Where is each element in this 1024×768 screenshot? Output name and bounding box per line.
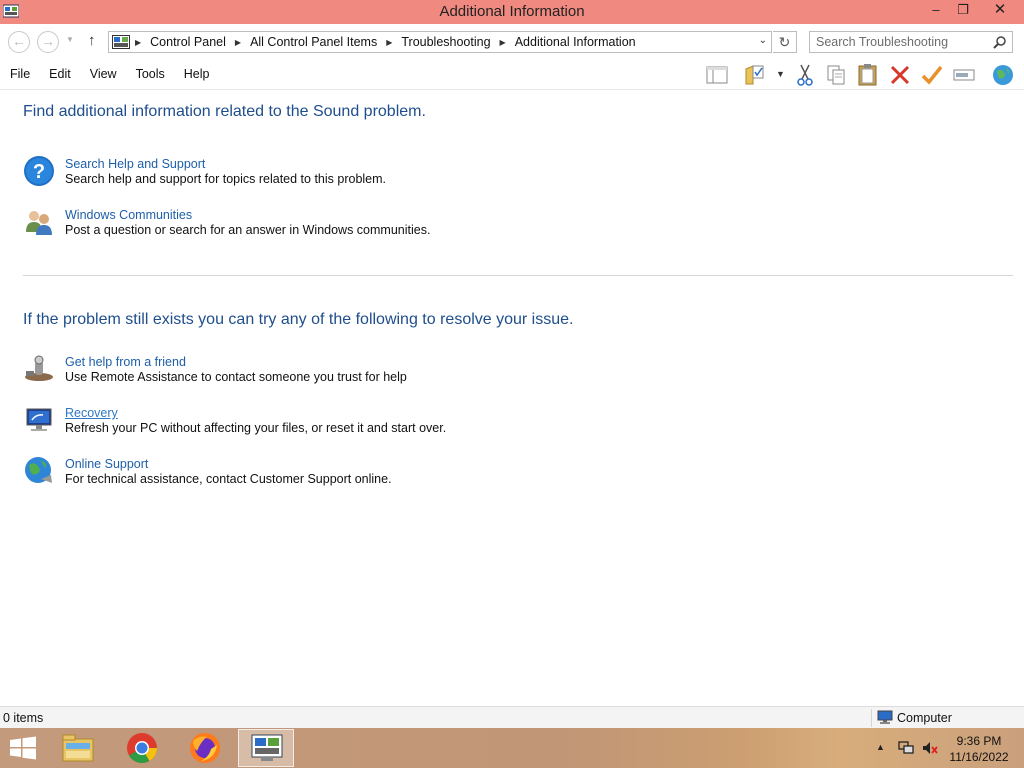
- taskbar-firefox[interactable]: [177, 729, 233, 767]
- show-hidden-icons-button[interactable]: ▲: [876, 742, 885, 752]
- window-title: Additional Information: [439, 3, 585, 20]
- file-explorer-icon: [62, 734, 94, 762]
- maximize-button[interactable]: ❐: [948, 0, 978, 22]
- navigation-bar: ← → ▼ ↑ ▶ Control Panel ▶ All Control Pa…: [0, 24, 1024, 60]
- list-item-help-support: ? Search Help and Support Search help an…: [23, 155, 723, 191]
- computer-icon: [877, 710, 893, 724]
- up-button[interactable]: ↑: [88, 32, 96, 49]
- system-clock[interactable]: 9:36 PM 11/16/2022: [944, 733, 1014, 765]
- breadcrumb-separator[interactable]: ▶: [135, 38, 141, 47]
- online-support-globe-icon[interactable]: [23, 455, 55, 487]
- pane-icon[interactable]: [704, 62, 730, 88]
- folder-options-dropdown[interactable]: ▼: [776, 69, 785, 79]
- properties-check-icon[interactable]: [919, 62, 945, 88]
- address-bar[interactable]: ▶ Control Panel ▶ All Control Panel Item…: [108, 31, 772, 53]
- list-item-remote-assistance: Get help from a friend Use Remote Assist…: [23, 353, 723, 389]
- cut-icon[interactable]: [792, 62, 818, 88]
- breadcrumb-separator[interactable]: ▶: [500, 38, 506, 47]
- taskbar-file-explorer[interactable]: [50, 729, 106, 767]
- help-question-icon[interactable]: ?: [23, 155, 55, 187]
- control-panel-icon: [251, 734, 283, 761]
- breadcrumb-additional-information[interactable]: Additional Information: [515, 35, 636, 49]
- windows-communities-description: Post a question or search for an answer …: [65, 223, 431, 237]
- menu-tools[interactable]: Tools: [136, 67, 165, 81]
- forward-button[interactable]: →: [37, 31, 59, 53]
- menu-file[interactable]: File: [10, 67, 30, 81]
- svg-text:?: ?: [33, 161, 45, 183]
- chrome-icon: [127, 733, 157, 764]
- firefox-icon: [190, 733, 220, 763]
- volume-muted-icon[interactable]: [922, 740, 938, 756]
- menu-help[interactable]: Help: [184, 67, 210, 81]
- recovery-description: Refresh your PC without affecting your f…: [65, 421, 447, 435]
- chevron-down-icon[interactable]: ⌄: [759, 35, 767, 46]
- remote-assistance-icon[interactable]: [23, 353, 55, 385]
- main-content: Find additional information related to t…: [0, 91, 1024, 705]
- control-panel-location-icon: [112, 35, 130, 49]
- recovery-link[interactable]: Recovery: [65, 406, 118, 420]
- taskbar-chrome[interactable]: [114, 729, 170, 767]
- windows-communities-link[interactable]: Windows Communities: [65, 208, 192, 222]
- status-location: Computer: [897, 711, 952, 725]
- items-count: 0 items: [3, 711, 44, 725]
- breadcrumb-control-panel[interactable]: Control Panel: [150, 35, 226, 49]
- recovery-icon[interactable]: [23, 404, 55, 436]
- clock-date: 11/16/2022: [949, 750, 1009, 764]
- online-support-description: For technical assistance, contact Custom…: [65, 472, 392, 486]
- paste-icon[interactable]: [855, 62, 881, 88]
- close-button[interactable]: ✕: [982, 0, 1018, 22]
- online-support-link[interactable]: Online Support: [65, 457, 148, 471]
- clock-time: 9:36 PM: [956, 734, 1002, 748]
- status-divider: [871, 709, 872, 727]
- rename-icon[interactable]: [951, 62, 977, 88]
- refresh-button[interactable]: ↻: [773, 31, 797, 53]
- search-input[interactable]: [810, 32, 990, 52]
- breadcrumb-separator[interactable]: ▶: [235, 38, 241, 47]
- section-heading-resolve: If the problem still exists you can try …: [23, 311, 574, 328]
- search-box[interactable]: [809, 31, 1013, 53]
- menu-edit[interactable]: Edit: [49, 67, 71, 81]
- menu-bar: File Edit View Tools Help: [10, 67, 228, 81]
- search-help-description: Search help and support for topics relat…: [65, 172, 387, 186]
- taskbar: ▲ 9:36 PM 11/16/2022: [0, 728, 1024, 768]
- delete-icon[interactable]: [887, 62, 913, 88]
- breadcrumb: ▶ Control Panel ▶ All Control Panel Item…: [135, 35, 636, 49]
- status-bar: 0 items Computer: [0, 706, 1024, 728]
- list-item-recovery: Recovery Refresh your PC without affecti…: [23, 404, 723, 440]
- recent-locations-dropdown[interactable]: ▼: [66, 35, 74, 44]
- get-help-friend-link[interactable]: Get help from a friend: [65, 355, 186, 369]
- list-item-communities: Windows Communities Post a question or s…: [23, 206, 723, 242]
- menu-view[interactable]: View: [90, 67, 117, 81]
- folder-options-icon[interactable]: [742, 62, 768, 88]
- minimize-button[interactable]: –: [921, 0, 951, 22]
- taskbar-control-panel[interactable]: [238, 729, 294, 767]
- search-help-link[interactable]: Search Help and Support: [65, 157, 205, 171]
- communities-people-icon[interactable]: [23, 206, 55, 238]
- network-icon[interactable]: [898, 740, 914, 756]
- globe-icon[interactable]: [990, 62, 1016, 88]
- menu-toolbar-row: File Edit View Tools Help ▼: [0, 60, 1024, 90]
- title-bar: Additional Information – ❐ ✕: [0, 0, 1024, 24]
- back-button[interactable]: ←: [8, 31, 30, 53]
- section-divider: [23, 275, 1013, 276]
- breadcrumb-separator[interactable]: ▶: [386, 38, 392, 47]
- search-icon[interactable]: [993, 35, 1007, 49]
- windows-start-icon[interactable]: [8, 736, 38, 760]
- get-help-friend-description: Use Remote Assistance to contact someone…: [65, 370, 407, 384]
- breadcrumb-troubleshooting[interactable]: Troubleshooting: [401, 35, 490, 49]
- copy-icon[interactable]: [823, 62, 849, 88]
- list-item-online-support: Online Support For technical assistance,…: [23, 455, 723, 491]
- breadcrumb-all-items[interactable]: All Control Panel Items: [250, 35, 377, 49]
- section-heading-additional-info: Find additional information related to t…: [23, 103, 426, 120]
